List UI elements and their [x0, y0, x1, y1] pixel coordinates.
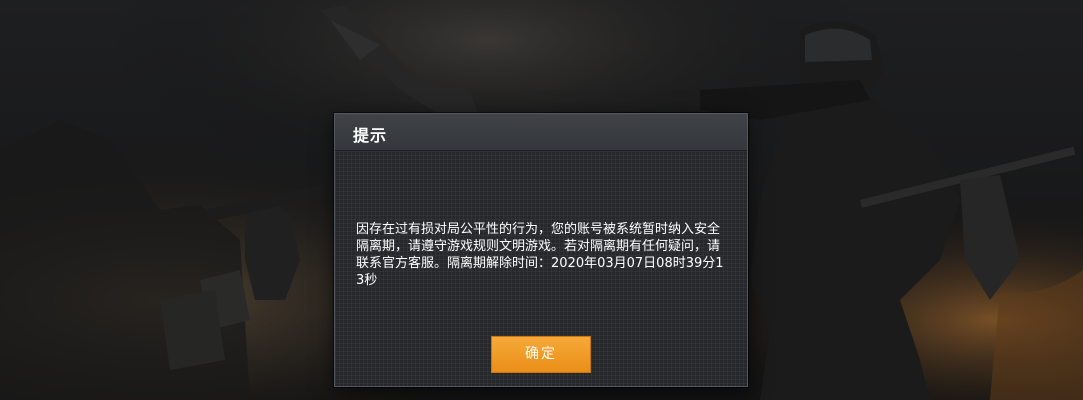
dialog-body: 因存在过有损对局公平性的行为，您的账号被系统暂时纳入安全隔离期，请遵守游戏规则文… [335, 151, 747, 386]
confirm-button[interactable]: 确定 [491, 336, 591, 373]
game-screen: 提示 因存在过有损对局公平性的行为，您的账号被系统暂时纳入安全隔离期，请遵守游戏… [0, 0, 1083, 400]
dialog-message: 因存在过有损对局公平性的行为，您的账号被系统暂时纳入安全隔离期，请遵守游戏规则文… [356, 222, 724, 288]
dialog-title: 提示 [353, 126, 388, 145]
notice-dialog: 提示 因存在过有损对局公平性的行为，您的账号被系统暂时纳入安全隔离期，请遵守游戏… [334, 113, 748, 387]
dialog-header: 提示 [335, 114, 747, 151]
